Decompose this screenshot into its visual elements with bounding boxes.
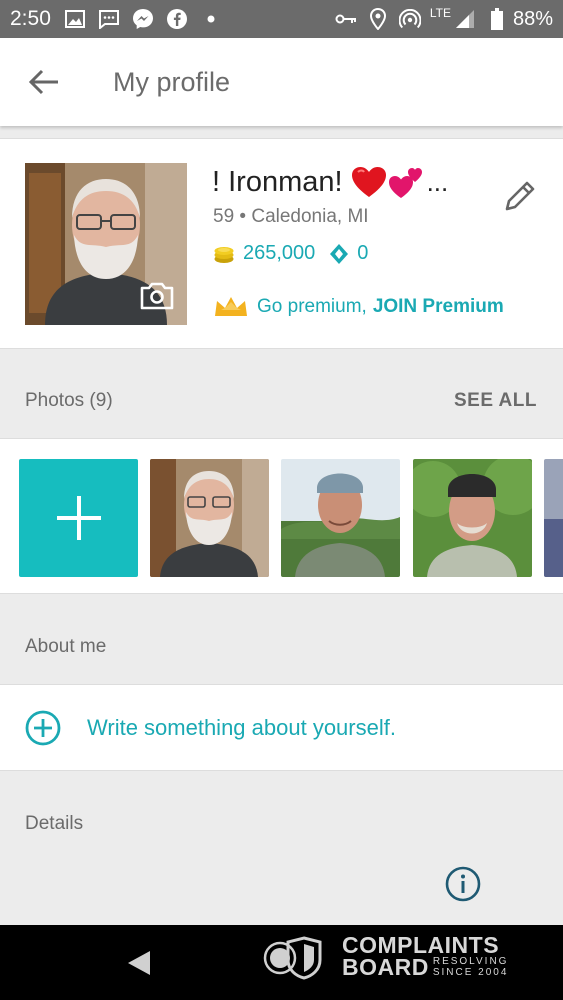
photo-thumbnail[interactable] — [544, 459, 563, 577]
currency-row[interactable]: 265,000 0 — [213, 242, 368, 265]
about-me-label: About me — [25, 636, 107, 657]
about-header: About me — [0, 595, 563, 684]
nav-back-icon[interactable] — [126, 949, 152, 977]
details-label: Details — [25, 813, 84, 834]
info-icon — [445, 866, 481, 902]
back-button[interactable] — [0, 38, 88, 126]
see-all-photos-button[interactable]: SEE ALL — [454, 390, 537, 412]
photo-thumbnail[interactable] — [413, 459, 532, 577]
join-premium-label: JOIN Premium — [372, 296, 504, 317]
battery-percent: 88% — [512, 7, 553, 30]
message-icon — [97, 7, 121, 31]
camera-icon — [140, 282, 174, 310]
status-time: 2:50 — [10, 7, 51, 30]
two-hearts-icon — [388, 168, 422, 198]
watermark-tag2: SINCE 2004 — [432, 967, 509, 978]
watermark-line2: BOARD — [342, 954, 429, 980]
facebook-icon — [165, 7, 189, 31]
photos-strip[interactable] — [0, 438, 563, 594]
watermark: COMPLAINTS BOARD RESOLVING SINCE 2004 — [262, 932, 508, 980]
about-prompt: Write something about yourself. — [87, 714, 396, 740]
photos-header: Photos (9) SEE ALL — [0, 350, 563, 438]
age-location: 59 • Caledonia, MI — [213, 206, 369, 227]
photo-thumbnail[interactable] — [150, 459, 269, 577]
watermark-line1: COMPLAINTS — [342, 932, 500, 958]
network-type: LTE — [429, 6, 451, 20]
page-title: My profile — [113, 66, 231, 97]
hotspot-icon — [398, 7, 422, 31]
hearts-emoji — [351, 165, 425, 199]
write-about-button[interactable]: Write something about yourself. — [0, 684, 563, 771]
messenger-icon — [131, 7, 155, 31]
plus-icon — [56, 496, 101, 540]
photo-thumbnail[interactable] — [281, 459, 400, 577]
profile-photo[interactable] — [25, 163, 187, 325]
watermark-tag1: RESOLVING — [432, 956, 509, 967]
gems-count: 0 — [357, 242, 369, 264]
coins-count: 265,000 — [243, 242, 316, 264]
red-heart-icon — [351, 167, 386, 197]
details-info-button[interactable] — [445, 866, 481, 902]
diamond-icon — [330, 243, 349, 264]
go-premium-link[interactable]: Go premium, JOIN Premium — [213, 296, 504, 318]
arrow-left-icon — [28, 69, 58, 95]
profile-name-row: ! Ironman! ... — [212, 165, 448, 199]
watermark-text: COMPLAINTS BOARD RESOLVING SINCE 2004 — [342, 932, 509, 980]
add-photo-button[interactable] — [19, 459, 138, 577]
watermark-logo — [263, 936, 322, 980]
image-icon — [63, 7, 87, 31]
coins-icon — [214, 246, 234, 263]
premium-prefix: Go premium, — [257, 296, 367, 317]
lte-signal-icon — [453, 7, 477, 31]
vpn-key-icon — [334, 7, 358, 31]
crown-icon — [215, 297, 247, 316]
details-header: Details — [0, 772, 563, 925]
location-icon — [366, 7, 390, 31]
change-photo-button[interactable] — [139, 281, 175, 311]
pencil-icon — [505, 181, 535, 211]
name-ellipsis: ... — [426, 166, 449, 197]
edit-profile-button[interactable] — [502, 178, 538, 214]
battery-icon — [485, 7, 509, 31]
photos-count-label: Photos (9) — [25, 390, 113, 411]
profile-name: ! Ironman! — [212, 165, 343, 198]
dot-icon — [199, 7, 223, 31]
plus-circle-icon — [25, 710, 61, 745]
status-bar: 2:50 LTE 88% — [0, 0, 563, 38]
app-bar: My profile — [0, 38, 563, 126]
